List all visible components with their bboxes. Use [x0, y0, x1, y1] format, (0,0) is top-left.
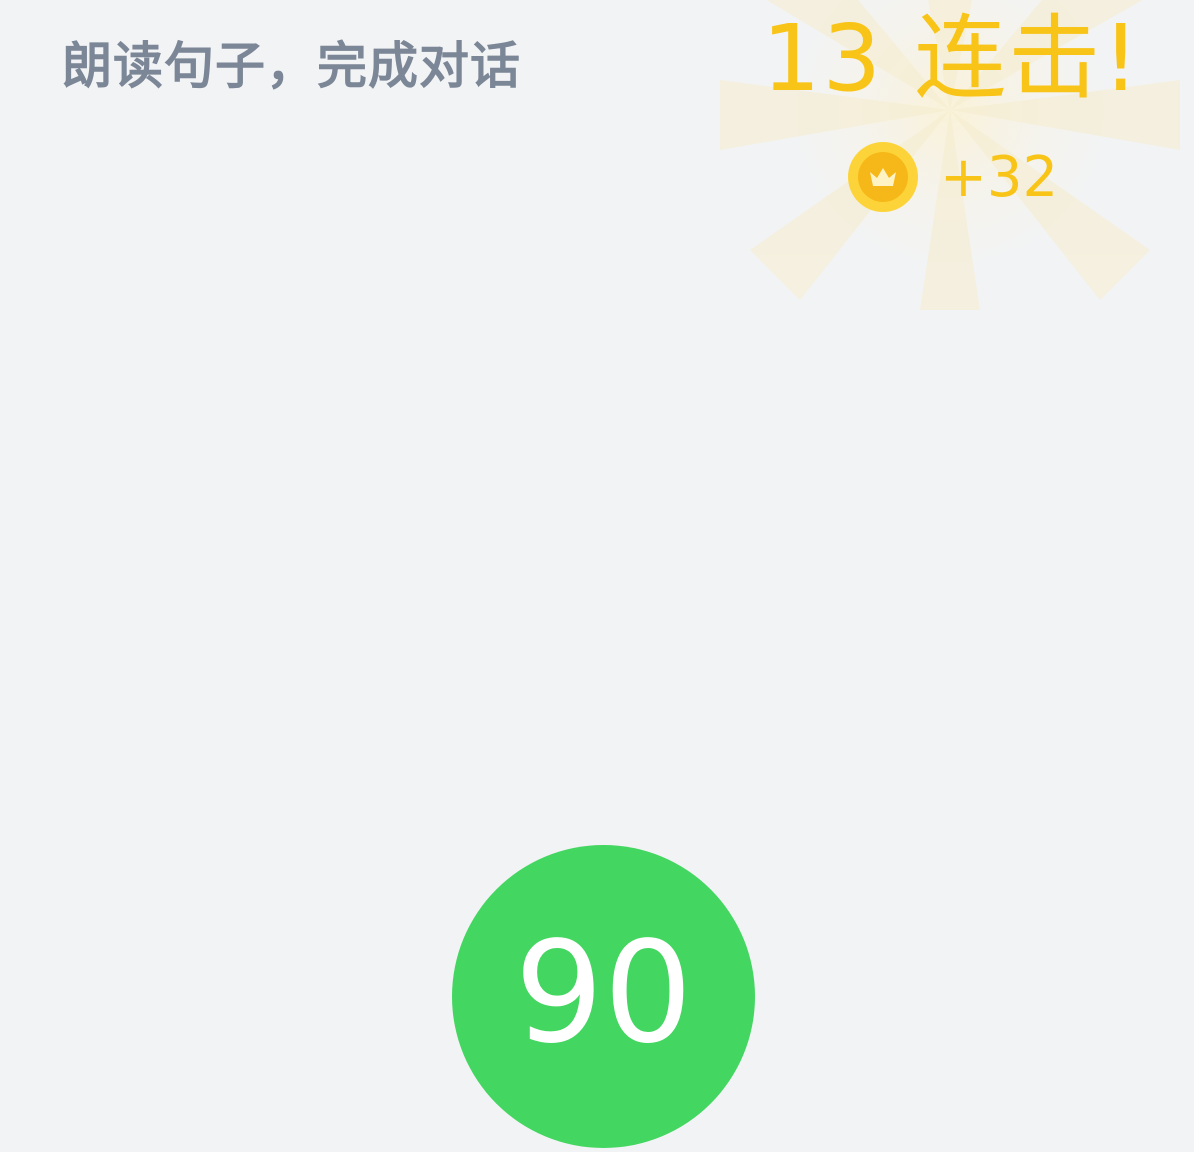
score-value: 90: [514, 911, 693, 1075]
combo-text: 13 连击!: [762, 5, 1142, 112]
reward-row: +32: [848, 142, 1058, 212]
reward-points: +32: [940, 144, 1059, 210]
crown-coin-icon: [848, 142, 918, 212]
score-badge: 90: [452, 845, 755, 1148]
instruction-text: 朗读句子，完成对话: [62, 37, 521, 95]
